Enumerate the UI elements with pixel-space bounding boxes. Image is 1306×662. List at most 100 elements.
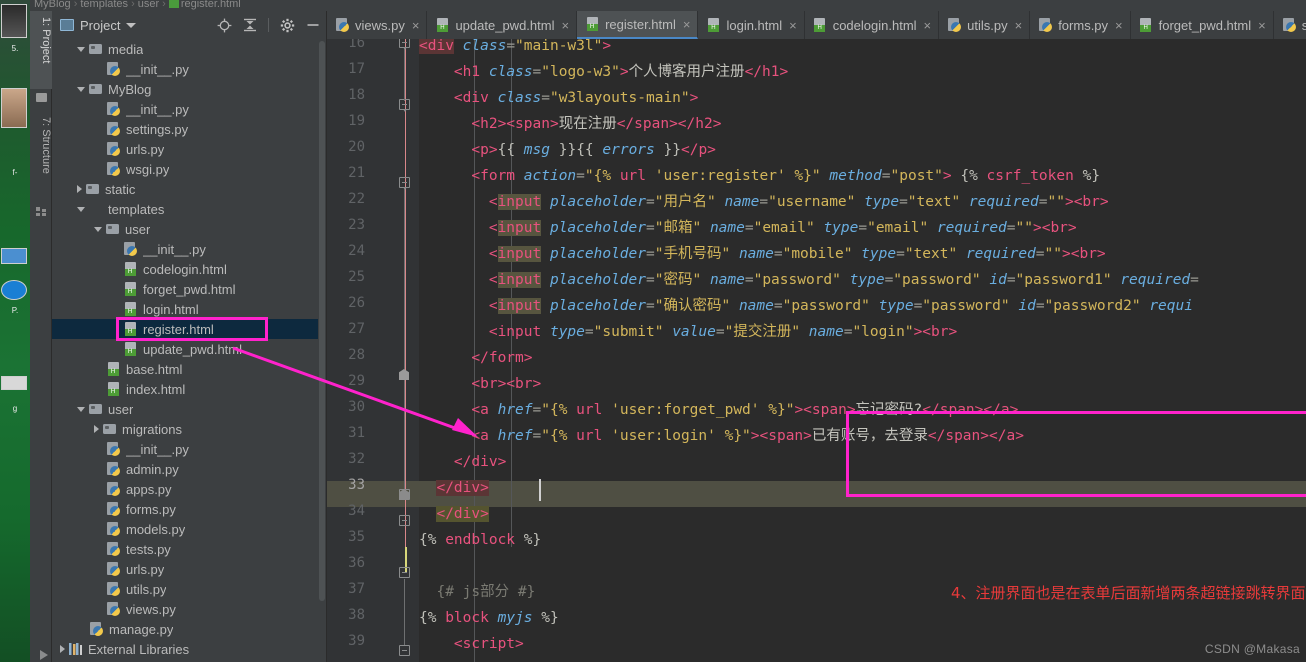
tree-item-label: wsgi.py (126, 161, 170, 177)
gear-icon[interactable] (280, 18, 295, 33)
tree-item[interactable]: settings.py (52, 119, 326, 139)
tree-item[interactable]: forms.py (52, 499, 326, 519)
project-scrollbar[interactable] (318, 41, 326, 601)
line-number: 19 (348, 113, 365, 129)
tool-tab-project[interactable]: 1: Project (30, 11, 52, 89)
lib-icon (69, 642, 83, 656)
code-line-26: <input placeholder="确认密码" name="password… (488, 298, 1193, 314)
breadcrumb-item[interactable]: templates (80, 0, 128, 10)
code-editor[interactable]: 16 17 18 19 20 21 22 23 24 25 26 27 28 29 30 31 32 33 34 35… (327, 39, 1306, 662)
code-content[interactable]: <div class="main-w3l"> <h1 class="logo-w… (419, 39, 1306, 662)
collapse-all-icon[interactable] (243, 18, 257, 32)
py-icon (107, 122, 121, 136)
tree-item[interactable]: media (52, 39, 326, 59)
chevron-down-icon[interactable] (77, 206, 85, 212)
tree-item[interactable]: static (52, 179, 326, 199)
project-file-tree[interactable]: media __init__.py MyBlog __init__.py setting… (52, 39, 326, 662)
breadcrumb[interactable]: MyBlog › templates › user › register.html (30, 0, 1306, 11)
tree-item-label: __init__.py (126, 441, 189, 457)
chevron-down-icon[interactable] (94, 226, 102, 232)
tree-item[interactable]: __init__.py (52, 99, 326, 119)
editor-tab[interactable]: views.py × (327, 11, 428, 39)
chevron-down-icon[interactable] (77, 86, 85, 92)
close-icon[interactable]: × (683, 18, 691, 31)
tree-item[interactable]: update_pwd.html (52, 339, 326, 359)
py-file-icon (1282, 18, 1297, 32)
close-icon[interactable]: × (789, 19, 797, 32)
breadcrumb-item[interactable]: MyBlog (34, 0, 71, 10)
tree-item[interactable]: base.html (52, 359, 326, 379)
chevron-down-icon[interactable] (126, 22, 137, 28)
tree-item[interactable]: urls.py (52, 139, 326, 159)
py-icon (107, 582, 121, 596)
run-icon[interactable] (40, 650, 48, 660)
tree-item[interactable]: apps.py (52, 479, 326, 499)
py-icon (107, 462, 121, 476)
close-icon[interactable]: × (1015, 19, 1023, 32)
editor-tab[interactable]: forget_pwd.html × (1131, 11, 1274, 39)
fold-handle[interactable] (399, 645, 410, 656)
tree-item[interactable]: forget_pwd.html (52, 279, 326, 299)
fold-handle[interactable] (399, 567, 410, 578)
close-icon[interactable]: × (561, 19, 569, 32)
tree-item[interactable]: urls.py (52, 559, 326, 579)
project-window-icon (60, 19, 74, 31)
editor-tab[interactable]: settings.py× (1274, 11, 1306, 39)
tree-item[interactable]: External Libraries (52, 639, 326, 659)
tree-item[interactable]: templates (52, 199, 326, 219)
close-icon[interactable]: × (412, 19, 420, 32)
tree-item[interactable]: MyBlog (52, 79, 326, 99)
folder-icon (106, 222, 120, 236)
line-number: 33 (348, 477, 365, 493)
tool-tab-structure[interactable]: 7: Structure (30, 111, 52, 203)
chevron-down-icon[interactable] (77, 406, 85, 412)
fold-handle[interactable] (399, 39, 410, 50)
folder-icon (89, 402, 103, 416)
chevron-down-icon[interactable] (77, 46, 85, 52)
fold-handle[interactable] (399, 177, 410, 190)
tree-item-label: urls.py (126, 561, 165, 577)
tree-item[interactable]: index.html (52, 379, 326, 399)
editor-tab[interactable]: register.html × (577, 11, 699, 39)
locate-icon[interactable] (217, 18, 232, 33)
fold-handle[interactable] (399, 515, 410, 526)
code-line-22: <input placeholder="用户名" name="username"… (488, 194, 1109, 210)
code-line-37: {# js部分 #} (436, 584, 536, 600)
editor-tab[interactable]: login.html × (698, 11, 805, 39)
minimize-icon[interactable] (306, 18, 320, 32)
tree-item[interactable]: wsgi.py (52, 159, 326, 179)
tree-item[interactable]: views.py (52, 599, 326, 619)
tree-item[interactable]: models.py (52, 519, 326, 539)
tree-item[interactable]: __init__.py (52, 439, 326, 459)
tree-item[interactable]: __init__.py (52, 239, 326, 259)
tree-item[interactable]: __init__.py (52, 59, 326, 79)
desktop-icon-label: g (12, 404, 18, 413)
tree-item[interactable]: admin.py (52, 459, 326, 479)
tree-item[interactable]: user (52, 219, 326, 239)
chevron-right-icon[interactable] (77, 185, 82, 193)
tree-item[interactable]: login.html (52, 299, 326, 319)
editor-tab[interactable]: utils.py × (939, 11, 1031, 39)
tree-item[interactable]: codelogin.html (52, 259, 326, 279)
editor-tab[interactable]: forms.py × (1030, 11, 1131, 39)
tree-item[interactable]: manage.py (52, 619, 326, 639)
close-icon[interactable]: × (1115, 19, 1123, 32)
tree-item[interactable]: user (52, 399, 326, 419)
tree-item[interactable]: utils.py (52, 579, 326, 599)
scrollbar-thumb[interactable] (319, 41, 325, 601)
close-icon[interactable]: × (924, 19, 932, 32)
tree-item[interactable]: migrations (52, 419, 326, 439)
editor-tab[interactable]: codelogin.html × (805, 11, 940, 39)
tree-item[interactable]: tests.py (52, 539, 326, 559)
editor-tab-bar[interactable]: views.py×update_pwd.html×register.html×l… (327, 11, 1306, 39)
editor-tab-label: settings.py (1301, 17, 1306, 33)
breadcrumb-item[interactable]: register.html (181, 0, 241, 10)
line-number: 36 (348, 555, 365, 571)
chevron-right-icon[interactable] (94, 425, 99, 433)
close-icon[interactable]: × (1258, 19, 1266, 32)
tree-item-label: index.html (126, 381, 186, 397)
chevron-right-icon[interactable] (60, 645, 65, 653)
breadcrumb-item[interactable]: user (138, 0, 159, 10)
editor-tab[interactable]: update_pwd.html × (427, 11, 578, 39)
tree-item[interactable]: register.html (52, 319, 326, 339)
